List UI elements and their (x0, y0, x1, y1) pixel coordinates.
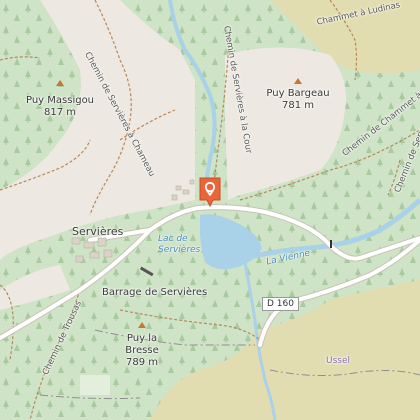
road-d160-shield: D 160 (262, 297, 299, 311)
peak-massigou-icon (56, 80, 64, 86)
location-pin-icon[interactable] (198, 176, 222, 208)
ussel-label: Ussel (326, 356, 351, 366)
dam-label: Barrage de Servières (102, 287, 208, 298)
peak-bargeau-label: Puy Bargeau 781 m (266, 88, 330, 111)
lake-label: Lac de Servières (158, 234, 201, 255)
map-canvas[interactable]: Puy Massigou 817 m Puy Bargeau 781 m Puy l… (0, 0, 420, 420)
marker-graphic (199, 177, 221, 208)
peak-bresse-label: Puy la Bresse 789 m (125, 333, 159, 368)
peak-bargeau-icon (294, 78, 302, 84)
meadow-small (80, 375, 110, 395)
bridge-mark (330, 240, 332, 248)
peak-massigou-label: Puy Massigou 817 m (25, 95, 95, 118)
peak-bresse-icon (138, 322, 146, 328)
village-servieres-label: Servières (72, 225, 124, 238)
map-layer (0, 0, 420, 420)
